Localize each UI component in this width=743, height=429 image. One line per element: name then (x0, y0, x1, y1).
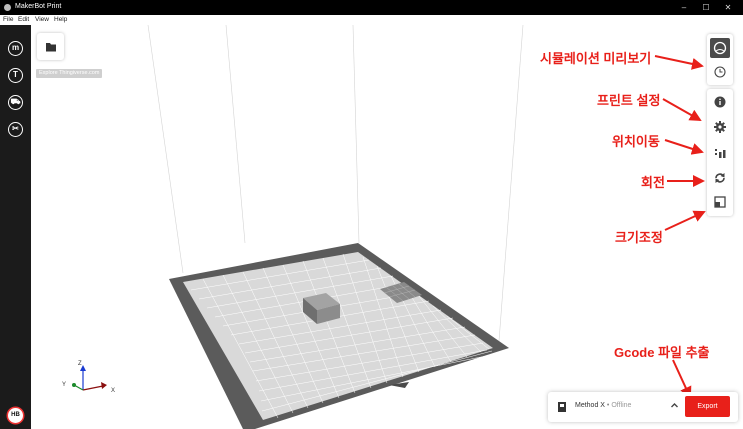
menu-file[interactable]: File (3, 16, 13, 23)
printer-status: Offline (611, 402, 632, 409)
title-bar: MakerBot Print – ☐ ✕ (0, 0, 743, 15)
makerbot-logo-icon[interactable]: m (8, 41, 23, 56)
annotation-rotate: 회전 (641, 175, 665, 190)
open-file-button[interactable] (37, 33, 64, 60)
annotation-scale: 크기조정 (615, 230, 663, 245)
folder-icon (46, 43, 56, 52)
axis-x-label: X (111, 388, 115, 394)
annotation-preview: 시뮬레이션 미리보기 (540, 51, 652, 66)
makerbot-print-window: MakerBot Print – ☐ ✕ File Edit View Help (0, 0, 743, 429)
thingiverse-tooltip: Explore Thingiverse.com (36, 69, 103, 78)
printer-name-status[interactable]: Method X • Offline (575, 402, 631, 409)
info-icon[interactable] (713, 95, 727, 109)
view-toolbar (707, 34, 733, 85)
annotation-export: Gcode 파일 추출 (614, 345, 710, 360)
printer-icon (558, 402, 566, 412)
printer-name: Method X (575, 402, 605, 409)
menu-help[interactable]: Help (54, 16, 67, 23)
annotation-move: 위치이동 (612, 134, 660, 149)
minimize-button[interactable]: – (677, 2, 691, 13)
axis-y-label: Y (62, 382, 66, 388)
axis-gizmo: Z X Y (62, 361, 115, 394)
export-button[interactable]: Export (685, 396, 730, 417)
close-button[interactable]: ✕ (721, 2, 735, 13)
axis-z-label: Z (78, 361, 82, 367)
menu-view[interactable]: View (35, 16, 49, 23)
chevron-up-icon[interactable] (670, 401, 679, 410)
window-title: MakerBot Print (15, 3, 62, 10)
edit-toolbar (707, 89, 733, 216)
menu-bar: File Edit View Help (0, 15, 743, 25)
makerbot-app-icon (4, 4, 11, 11)
move-icon[interactable] (713, 146, 727, 160)
printer-bar: Method X • Offline Export (548, 392, 738, 422)
user-avatar[interactable]: HB (8, 408, 23, 423)
menu-edit[interactable]: Edit (18, 16, 29, 23)
rotate-icon[interactable] (713, 171, 727, 185)
thingiverse-icon[interactable]: T (8, 68, 23, 83)
scale-icon[interactable] (713, 195, 727, 209)
tools-icon[interactable]: ✂ (8, 122, 23, 137)
gear-icon[interactable] (713, 120, 727, 134)
annotation-settings: 프린트 설정 (597, 93, 661, 108)
store-cart-icon[interactable]: ⛟ (8, 95, 23, 110)
simulation-clock-icon[interactable] (713, 65, 727, 79)
print-preview-icon[interactable] (710, 38, 730, 58)
maximize-button[interactable]: ☐ (699, 2, 713, 13)
left-sidebar: m T ⛟ ✂ HB (0, 25, 31, 429)
